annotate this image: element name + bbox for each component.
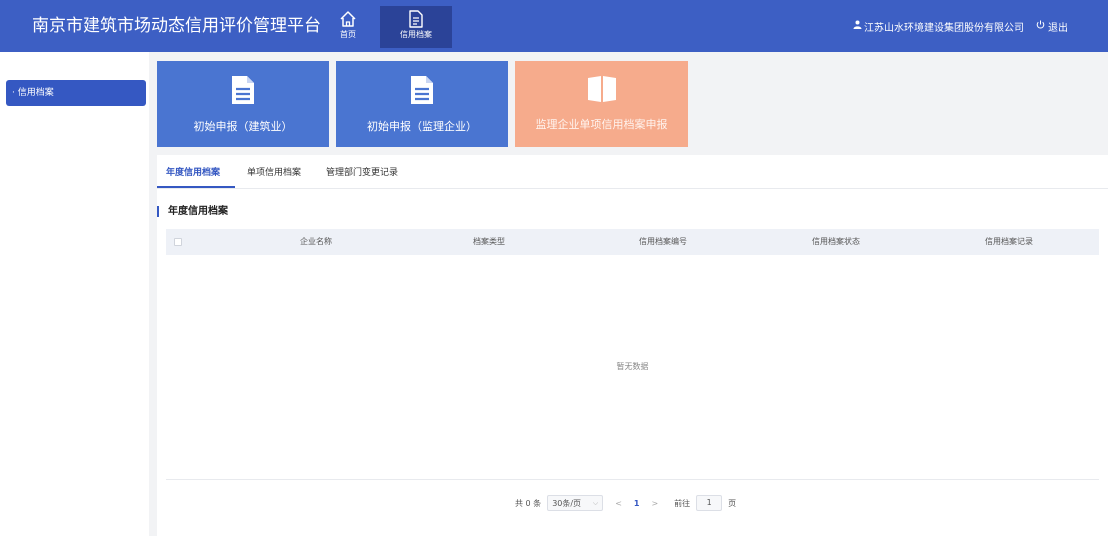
company-name[interactable]: 江苏山水环境建设集团股份有限公司 — [864, 19, 1024, 34]
goto-page-input[interactable]: 1 — [696, 495, 723, 511]
tab-bar: 年度信用档案 单项信用档案 管理部门变更记录 — [157, 155, 1108, 189]
column-header-archive-status: 信用档案状态 — [812, 237, 860, 246]
active-tab-underline — [157, 186, 235, 188]
column-header-archive-type: 档案类型 — [473, 237, 505, 246]
document-icon — [408, 6, 424, 28]
select-all-checkbox[interactable] — [174, 238, 182, 246]
card-label: 初始申报（建筑业） — [193, 120, 293, 133]
column-header-archive-record: 信用档案记录 — [985, 237, 1033, 246]
top-bar: 南京市建筑市场动态信用评价管理平台 首页 信用档案 江苏山水环境建设集团股份有限… — [0, 0, 1108, 52]
app-title: 南京市建筑市场动态信用评价管理平台 — [32, 16, 321, 36]
sidebar-item-credit-archive[interactable]: · 信用档案 — [6, 80, 146, 106]
initial-report-construction-card[interactable]: 初始申报（建筑业） — [157, 61, 329, 147]
logout-button[interactable]: 退出 — [1036, 19, 1068, 34]
card-label: 监理企业单项信用档案申报 — [535, 118, 668, 131]
nav-home-label: 首页 — [340, 30, 356, 39]
prev-page-button[interactable]: < — [615, 499, 622, 508]
next-page-button[interactable]: > — [651, 499, 658, 508]
user-icon — [853, 20, 862, 32]
initial-report-supervision-card[interactable]: 初始申报（监理企业） — [336, 61, 508, 147]
supervision-single-credit-report-card[interactable]: 监理企业单项信用档案申报 — [515, 61, 688, 147]
nav-credit-archive-label: 信用档案 — [400, 30, 432, 39]
column-header-company-name: 企业名称 — [300, 237, 332, 246]
page-size-select[interactable]: 30条/页 ⌵ — [547, 495, 604, 511]
nav-credit-archive[interactable]: 信用档案 — [380, 6, 452, 48]
book-icon — [587, 75, 617, 106]
goto-label: 前往 — [674, 498, 691, 508]
table-body: 暂无数据 — [166, 255, 1099, 480]
user-box: 江苏山水环境建设集团股份有限公司 退出 — [853, 0, 1068, 52]
page-unit-label: 页 — [728, 498, 737, 508]
power-icon — [1036, 20, 1045, 32]
sidebar: · 信用档案 — [0, 52, 149, 536]
empty-state-text: 暂无数据 — [616, 362, 649, 371]
document-icon — [410, 75, 434, 108]
section-title: 年度信用档案 — [157, 206, 228, 217]
home-icon — [339, 6, 357, 28]
pagination: 共 0 条 30条/页 ⌵ < 1 > 前往 1 页 — [515, 495, 736, 511]
chevron-down-icon: ⌵ — [592, 498, 599, 507]
main-panel: 年度信用档案 单项信用档案 管理部门变更记录 年度信用档案 企业名称 档案类型 … — [157, 155, 1108, 536]
nav-home[interactable]: 首页 — [328, 6, 368, 48]
page-number-current[interactable]: 1 — [634, 499, 640, 508]
total-count: 共 0 条 — [515, 498, 542, 508]
tab-management-change-records[interactable]: 管理部门变更记录 — [326, 165, 398, 178]
document-icon — [231, 75, 255, 108]
logout-label: 退出 — [1048, 22, 1068, 34]
card-label: 初始申报（监理企业） — [367, 120, 477, 133]
column-header-archive-number: 信用档案编号 — [639, 237, 687, 246]
page-size-value: 30条/页 — [552, 498, 582, 508]
tab-annual-credit-archive[interactable]: 年度信用档案 — [166, 165, 220, 178]
tab-single-credit-archive[interactable]: 单项信用档案 — [247, 165, 301, 178]
table-header: 企业名称 档案类型 信用档案编号 信用档案状态 信用档案记录 — [166, 229, 1099, 255]
